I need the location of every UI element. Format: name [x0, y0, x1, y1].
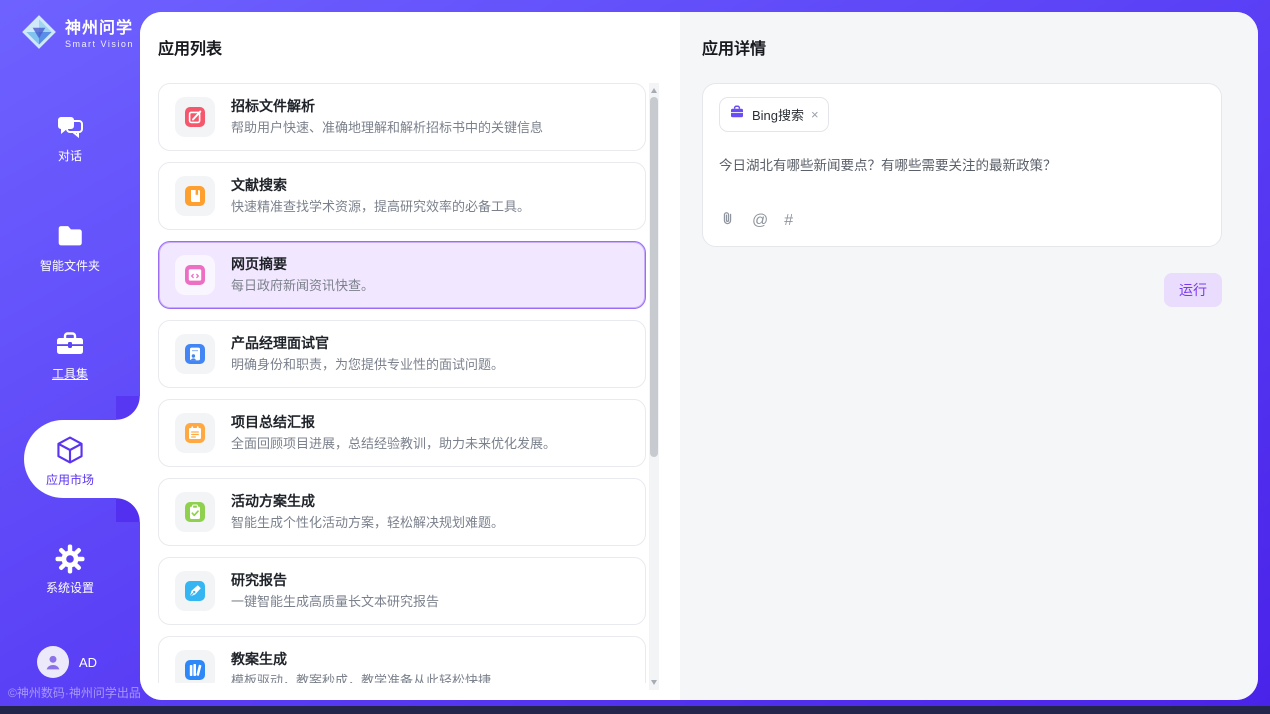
gear-icon: [0, 542, 140, 574]
book-icon: [175, 176, 215, 216]
briefcase-icon: [729, 104, 745, 125]
app-desc: 智能生成个性化活动方案，轻松解决规划难题。: [231, 515, 504, 531]
app-name: 研究报告: [231, 572, 439, 589]
app-desc: 一键智能生成高质量长文本研究报告: [231, 594, 439, 610]
app-card-pm-interviewer[interactable]: 产品经理面试官 明确身份和职责，为您提供专业性的面试问题。: [158, 320, 646, 388]
sidebar-item-app-market[interactable]: 应用市场: [0, 434, 140, 489]
sidebar-item-label: 应用市场: [46, 473, 94, 487]
app-name: 文献搜索: [231, 177, 530, 194]
clipboard-check-icon: [175, 492, 215, 532]
app-detail-panel: 应用详情 Bing搜索 × 今日湖北有哪些新闻要点？有哪些需要关注的最新政策？: [680, 12, 1258, 700]
app-desc: 模板驱动，教案秒成，教学准备从此轻松快捷: [231, 673, 491, 683]
sidebar-item-settings[interactable]: 系统设置: [0, 542, 140, 597]
paperclip-icon[interactable]: [719, 210, 736, 232]
brand-logo: 神州问学 Smart Vision: [20, 13, 134, 56]
sidebar-item-chat[interactable]: 对话: [0, 110, 140, 165]
calendar-note-icon: [175, 413, 215, 453]
person-doc-icon: [175, 334, 215, 374]
app-card-lesson-plan[interactable]: 教案生成 模板驱动，教案秒成，教学准备从此轻松快捷: [158, 636, 646, 683]
main-content: 应用列表 招标文件解析 帮助用户快速、准确地理解和解析招标书中的关键信息: [140, 12, 1258, 700]
sidebar-item-smart-folder[interactable]: 智能文件夹: [0, 220, 140, 275]
app-desc: 明确身份和职责，为您提供专业性的面试问题。: [231, 357, 504, 373]
chat-icon: [0, 110, 140, 142]
sidebar: 神州问学 Smart Vision 对话 智能文件夹: [0, 0, 140, 714]
sidebar-item-toolset[interactable]: 工具集: [0, 328, 140, 383]
app-desc: 每日政府新闻资讯快查。: [231, 278, 374, 294]
app-card-bid-doc-analysis[interactable]: 招标文件解析 帮助用户快速、准确地理解和解析招标书中的关键信息: [158, 83, 646, 151]
edit-doc-icon: [175, 97, 215, 137]
app-card-event-plan[interactable]: 活动方案生成 智能生成个性化活动方案，轻松解决规划难题。: [158, 478, 646, 546]
scrollbar-down-arrow[interactable]: [651, 680, 657, 685]
app-desc: 帮助用户快速、准确地理解和解析招标书中的关键信息: [231, 120, 543, 136]
user-name: AD: [79, 655, 97, 670]
tool-tag-label: Bing搜索: [752, 105, 804, 124]
app-name: 教案生成: [231, 651, 491, 668]
app-detail-title: 应用详情: [702, 40, 1258, 59]
copyright-text: ©神州数码·神州问学出品: [8, 684, 141, 701]
sidebar-item-label: 智能文件夹: [40, 259, 100, 273]
sidebar-item-label: 工具集: [52, 367, 88, 381]
app-name: 招标文件解析: [231, 98, 543, 115]
app-card-project-summary[interactable]: 项目总结汇报 全面回顾项目进展，总结经验教训，助力未来优化发展。: [158, 399, 646, 467]
app-list: 招标文件解析 帮助用户快速、准确地理解和解析招标书中的关键信息 文献搜索 快速精…: [158, 83, 648, 683]
scrollbar-up-arrow[interactable]: [651, 88, 657, 93]
brand-name: 神州问学: [65, 20, 134, 38]
app-name: 网页摘要: [231, 256, 374, 273]
books-icon: [175, 650, 215, 683]
app-desc: 快速精准查找学术资源，提高研究效率的必备工具。: [231, 199, 530, 215]
scrollbar-thumb[interactable]: [650, 97, 658, 457]
attachment-toolbar: @ #: [719, 210, 1205, 234]
prompt-card[interactable]: Bing搜索 × 今日湖北有哪些新闻要点？有哪些需要关注的最新政策？ @ #: [702, 83, 1222, 247]
diamond-logo-icon: [20, 13, 58, 56]
mention-icon[interactable]: @: [752, 213, 768, 229]
app-name: 产品经理面试官: [231, 335, 504, 352]
cube-icon: [0, 434, 140, 466]
tool-tag-close-icon[interactable]: ×: [811, 109, 819, 121]
app-card-research-report[interactable]: 研究报告 一键智能生成高质量长文本研究报告: [158, 557, 646, 625]
run-button[interactable]: 运行: [1164, 273, 1222, 307]
app-list-title: 应用列表: [158, 40, 680, 59]
app-list-panel: 应用列表 招标文件解析 帮助用户快速、准确地理解和解析招标书中的关键信息: [140, 12, 680, 700]
folder-icon: [0, 220, 140, 252]
user-account[interactable]: AD: [37, 646, 97, 678]
hash-icon[interactable]: #: [784, 213, 793, 229]
query-input[interactable]: 今日湖北有哪些新闻要点？有哪些需要关注的最新政策？: [719, 154, 1205, 210]
scrollbar[interactable]: [649, 83, 659, 690]
toolbox-icon: [0, 328, 140, 360]
brand-subtitle: Smart Vision: [65, 38, 134, 50]
tool-tag-bing-search[interactable]: Bing搜索 ×: [719, 97, 829, 132]
app-card-web-summary[interactable]: 网页摘要 每日政府新闻资讯快查。: [158, 241, 646, 309]
sidebar-item-label: 系统设置: [46, 581, 94, 595]
app-name: 活动方案生成: [231, 493, 504, 510]
app-name: 项目总结汇报: [231, 414, 556, 431]
ink-pen-icon: [175, 571, 215, 611]
sidebar-item-label: 对话: [58, 149, 82, 163]
browser-code-icon: [175, 255, 215, 295]
app-desc: 全面回顾项目进展，总结经验教训，助力未来优化发展。: [231, 436, 556, 452]
app-card-literature-search[interactable]: 文献搜索 快速精准查找学术资源，提高研究效率的必备工具。: [158, 162, 646, 230]
avatar: [37, 646, 69, 678]
